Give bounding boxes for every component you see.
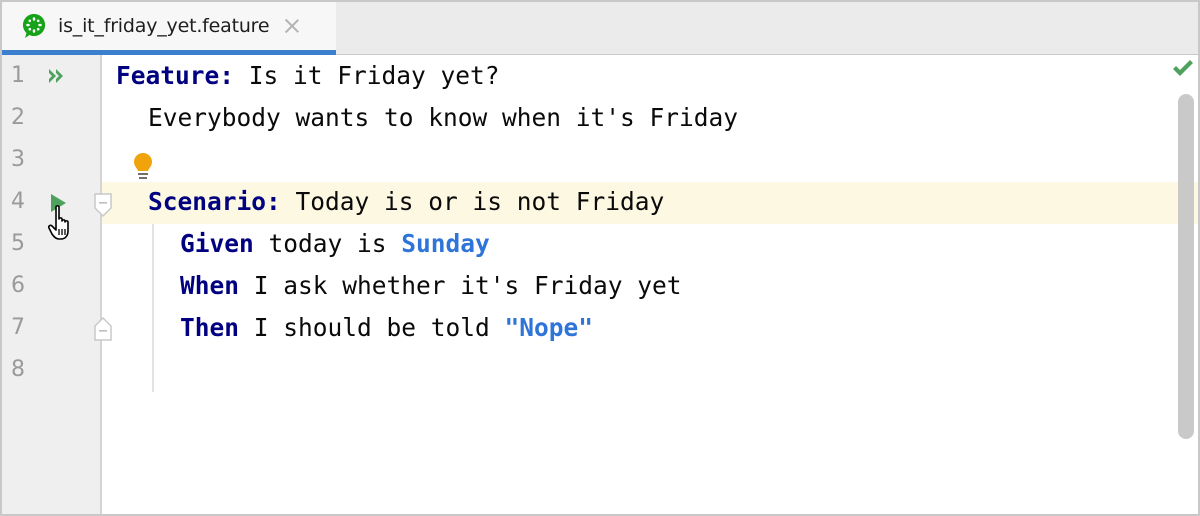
fold-end-icon[interactable] <box>93 315 113 345</box>
code-text[interactable]: Scenario: Today is or is not Friday <box>148 181 664 223</box>
line-number: 1 <box>11 63 25 88</box>
line-number: 7 <box>11 315 25 340</box>
line-number: 3 <box>11 147 25 172</box>
line-number: 6 <box>11 273 25 298</box>
keyword-separator: : <box>266 187 281 216</box>
step-text: I ask whether it's Friday yet <box>239 271 682 300</box>
editor-tab-bar: is_it_friday_yet.feature <box>2 2 1198 55</box>
code-line-4: 4 Scenario: Today is or is not Friday <box>2 181 1198 223</box>
step-text: today is <box>253 229 402 258</box>
feature-title: Is it Friday yet? <box>234 61 500 90</box>
scenario-title: Today is or is not Friday <box>280 187 665 216</box>
code-line-7: 7 Then I should be told "Nope" <box>2 307 1198 349</box>
code-line-5: 5 Given today is Sunday <box>2 223 1198 265</box>
close-icon[interactable] <box>283 17 301 35</box>
code-text[interactable]: Then I should be told "Nope" <box>180 307 593 349</box>
line-number: 5 <box>11 231 25 256</box>
step-parameter: "Nope" <box>504 313 594 342</box>
fold-start-icon[interactable] <box>93 193 113 223</box>
code-text[interactable]: Feature: Is it Friday yet? <box>116 55 500 97</box>
editor-window: is_it_friday_yet.feature 1 Feature: Is i… <box>2 2 1198 514</box>
inspection-ok-check-icon[interactable] <box>1172 60 1194 82</box>
gherkin-keyword: Scenario <box>148 187 267 216</box>
code-line-3: 3 <box>2 139 1198 181</box>
vertical-scrollbar-thumb[interactable] <box>1178 94 1194 439</box>
code-text[interactable]: Given today is Sunday <box>180 223 490 265</box>
gherkin-keyword: When <box>180 271 240 300</box>
keyword-separator: : <box>219 61 235 90</box>
run-all-double-arrow-icon[interactable] <box>48 68 68 88</box>
hand-pointer-cursor-icon <box>47 205 78 245</box>
gherkin-keyword: Feature <box>116 61 220 90</box>
cucumber-icon <box>22 13 46 39</box>
gherkin-keyword: Then <box>180 313 240 342</box>
tab-is-it-friday-yet-feature[interactable]: is_it_friday_yet.feature <box>2 2 336 55</box>
line-number: 4 <box>11 189 25 214</box>
step-parameter: Sunday <box>401 229 490 258</box>
code-line-8: 8 <box>2 349 1198 391</box>
code-text[interactable]: When I ask whether it's Friday yet <box>180 265 682 307</box>
line-number: 8 <box>11 357 25 382</box>
line-number: 2 <box>11 105 25 130</box>
code-line-6: 6 When I ask whether it's Friday yet <box>2 265 1198 307</box>
code-line-2: 2 Everybody wants to know when it's Frid… <box>2 97 1198 139</box>
code-line-1: 1 Feature: Is it Friday yet? <box>2 55 1198 97</box>
step-text: I should be told <box>239 313 505 342</box>
feature-description[interactable]: Everybody wants to know when it's Friday <box>148 97 738 139</box>
gherkin-keyword: Given <box>180 229 254 258</box>
tab-label: is_it_friday_yet.feature <box>58 15 270 37</box>
